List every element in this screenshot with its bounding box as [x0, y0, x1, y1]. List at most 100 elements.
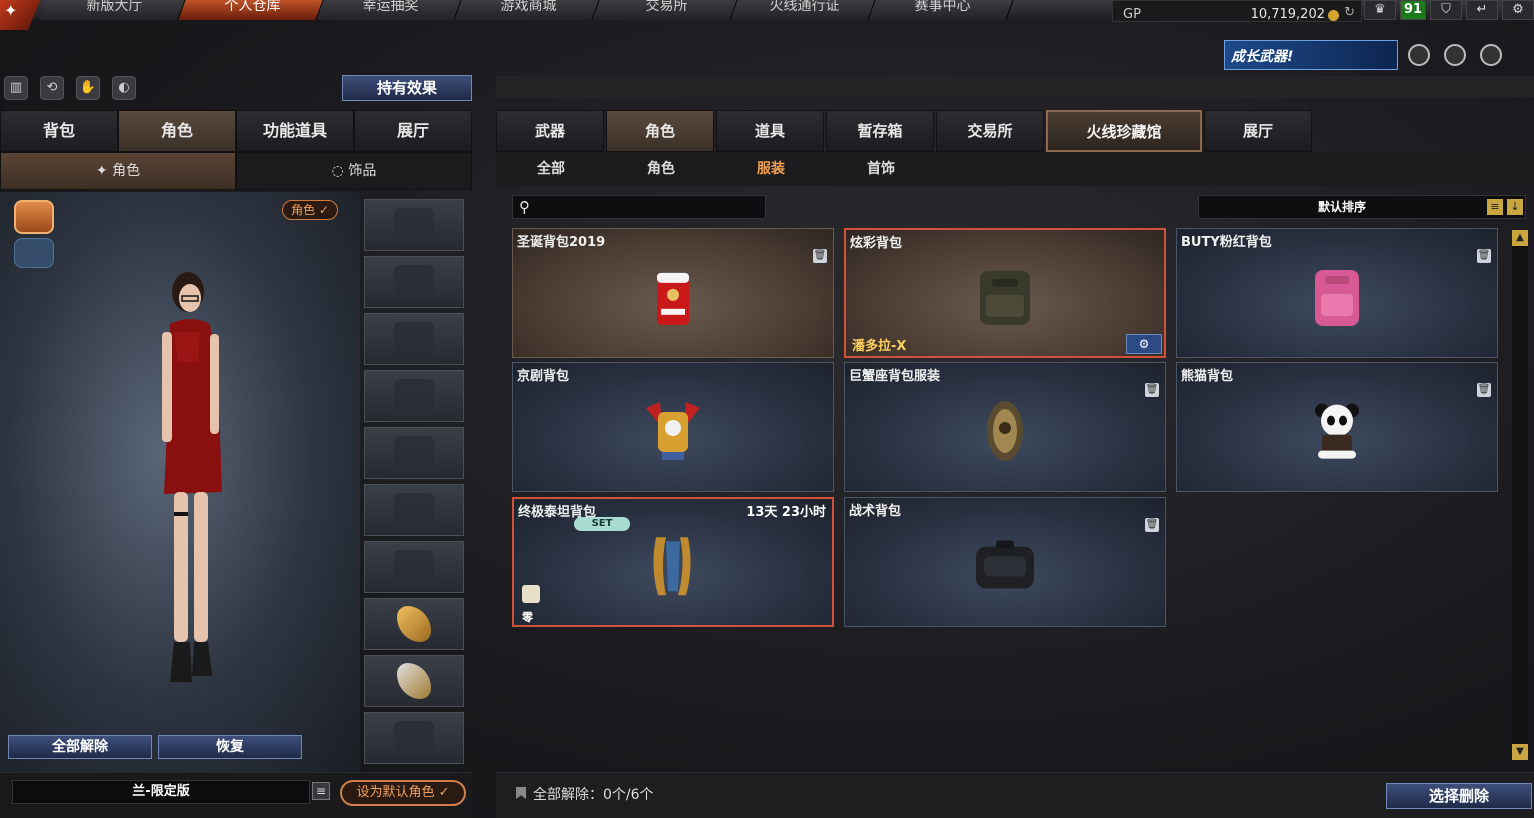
select-delete-button[interactable]: 选择删除: [1386, 783, 1532, 809]
subtab-roles[interactable]: 角色: [606, 152, 716, 186]
sort-dropdown[interactable]: 默认排序 ≡ ↓: [1198, 195, 1526, 219]
subtab-accessories[interactable]: ◌ 饰品: [236, 152, 472, 190]
character-name-select[interactable]: 兰-限定版: [12, 780, 310, 804]
sort-menu-icon[interactable]: ≡: [1487, 199, 1503, 215]
equipment-slots: [364, 199, 464, 769]
item-title: 炫彩背包: [850, 236, 903, 251]
subtab-clothing[interactable]: 服装: [716, 152, 826, 186]
item-scrollbar[interactable]: [1512, 230, 1528, 760]
trash-icon[interactable]: 🗑: [813, 249, 827, 263]
slot-headgear[interactable]: [364, 199, 464, 251]
stats-icon[interactable]: ▥: [4, 76, 28, 100]
tactical-backpack-icon: [976, 540, 1034, 589]
left-tabs: 背包 角色 功能道具 展厅: [0, 110, 472, 152]
nav-tab-exchange[interactable]: 交易所: [592, 0, 738, 20]
tab-backpack[interactable]: 背包: [0, 110, 118, 152]
refresh-icon[interactable]: ↻: [1344, 5, 1355, 20]
hair-icon: [394, 265, 434, 299]
nav-tab-warehouse[interactable]: 个人仓库: [178, 0, 324, 20]
tab-storage[interactable]: 暂存箱: [826, 110, 934, 152]
item-title: BUTY粉红背包: [1181, 235, 1272, 250]
nav-tab-pass[interactable]: 火线通行证: [730, 0, 876, 20]
tab-weapons[interactable]: 武器: [496, 110, 604, 152]
search-icon[interactable]: ⚲: [519, 198, 530, 216]
item-card[interactable]: 京剧背包: [512, 362, 834, 492]
christmas-backpack-icon: [657, 272, 689, 325]
vest-icon: [394, 379, 434, 413]
slot-wings-silver[interactable]: [364, 655, 464, 707]
faction-emblem-icon[interactable]: [14, 200, 54, 234]
restore-button[interactable]: 恢复: [158, 735, 302, 759]
item-title: 战术背包: [849, 504, 902, 519]
subtab-jewelry[interactable]: 首饰: [826, 152, 936, 186]
slot-glasses[interactable]: [364, 313, 464, 365]
sort-direction-icon[interactable]: ↓: [1507, 199, 1523, 215]
game-logo: ✦: [0, 0, 40, 30]
backpack-icon: [394, 436, 434, 470]
nav-tab-lobby[interactable]: 新版大厅: [40, 0, 186, 20]
sort-label: 默认排序: [1317, 200, 1366, 214]
top-icons: ♛ 91 ⛉ ↵ ⚙: [1364, 0, 1534, 20]
tab-showroom[interactable]: 展厅: [354, 110, 472, 152]
item-card[interactable]: 炫彩背包 潘多拉-X ⚙: [844, 228, 1166, 358]
subtab-character[interactable]: ✦ 角色: [0, 152, 236, 190]
return-icon[interactable]: ↵: [1466, 0, 1498, 20]
banner-icons: [1408, 44, 1502, 66]
tab-function-items[interactable]: 功能道具: [236, 110, 354, 152]
effect-button[interactable]: 持有效果: [342, 75, 472, 101]
item-card[interactable]: 战术背包 🗑: [844, 497, 1166, 627]
rank-icon[interactable]: ♛: [1364, 0, 1396, 20]
nav-tab-lottery[interactable]: 幸运抽奖: [316, 0, 462, 20]
slot-torso[interactable]: [364, 484, 464, 536]
gear-icon[interactable]: ⚙: [1126, 334, 1162, 354]
tab-roles[interactable]: 角色: [606, 110, 714, 152]
nav-tab-events[interactable]: 赛事中心: [868, 0, 1014, 20]
scroll-up-icon[interactable]: ▲: [1512, 230, 1528, 246]
nav-tab-shop[interactable]: 游戏商城: [454, 0, 600, 20]
item-card[interactable]: 终极泰坦背包 13天 23小时 SET 零: [512, 497, 834, 627]
item-card[interactable]: 圣诞背包2019 🗑: [512, 228, 834, 358]
settings-gear-icon[interactable]: ⚙: [1502, 0, 1534, 20]
set-default-character-button[interactable]: 设为默认角色 ✓: [340, 780, 466, 806]
item-card[interactable]: 巨蟹座背包服装 🗑: [844, 362, 1166, 492]
slot-hair[interactable]: [364, 256, 464, 308]
badge-icon[interactable]: [1480, 44, 1502, 66]
scroll-down-icon[interactable]: ▼: [1512, 744, 1528, 760]
subtab-all[interactable]: 全部: [496, 152, 606, 186]
release-all-button[interactable]: 全部解除: [8, 735, 152, 759]
secondary-emblem-icon[interactable]: [14, 238, 54, 268]
tab-items[interactable]: 道具: [716, 110, 824, 152]
item-card[interactable]: 熊猫背包 🗑: [1176, 362, 1498, 492]
mouse-icon[interactable]: ◐: [112, 76, 136, 100]
promo-banner[interactable]: 成长武器!: [1224, 40, 1398, 70]
slot-pants[interactable]: [364, 541, 464, 593]
tab-market[interactable]: 交易所: [936, 110, 1044, 152]
globe-icon[interactable]: [1444, 44, 1466, 66]
level-badge: 91: [1400, 0, 1426, 20]
slot-bracelet[interactable]: [364, 712, 464, 764]
pose-icon[interactable]: ✋: [76, 76, 100, 100]
tab-character[interactable]: 角色: [118, 110, 236, 152]
trash-icon[interactable]: 🗑: [1477, 249, 1491, 263]
torso-icon: [394, 493, 434, 527]
tab-collection[interactable]: 火线珍藏馆: [1046, 110, 1202, 152]
shield-rank-icon[interactable]: ⛉: [1430, 0, 1462, 20]
trash-icon[interactable]: 🗑: [1477, 383, 1491, 397]
silver-wing-icon: [397, 663, 431, 699]
item-card[interactable]: BUTY粉红背包 🗑: [1176, 228, 1498, 358]
vip-icon[interactable]: [1408, 44, 1430, 66]
slot-wings-gold[interactable]: [364, 598, 464, 650]
trash-icon[interactable]: 🗑: [1145, 518, 1159, 532]
slot-vest[interactable]: [364, 370, 464, 422]
coin-icon: [1328, 10, 1339, 21]
role-badge[interactable]: 角色 ✓: [282, 200, 338, 220]
rotate-view-icon[interactable]: ⟲: [40, 76, 64, 100]
trash-icon[interactable]: 🗑: [1145, 383, 1159, 397]
tab-hall[interactable]: 展厅: [1204, 110, 1312, 152]
search-input[interactable]: [541, 198, 761, 216]
right-header-strip: [496, 76, 1534, 98]
list-menu-icon[interactable]: ≡: [312, 782, 330, 800]
slot-backpack[interactable]: [364, 427, 464, 479]
glasses-icon: [394, 322, 434, 356]
shield-icon: [522, 585, 540, 603]
